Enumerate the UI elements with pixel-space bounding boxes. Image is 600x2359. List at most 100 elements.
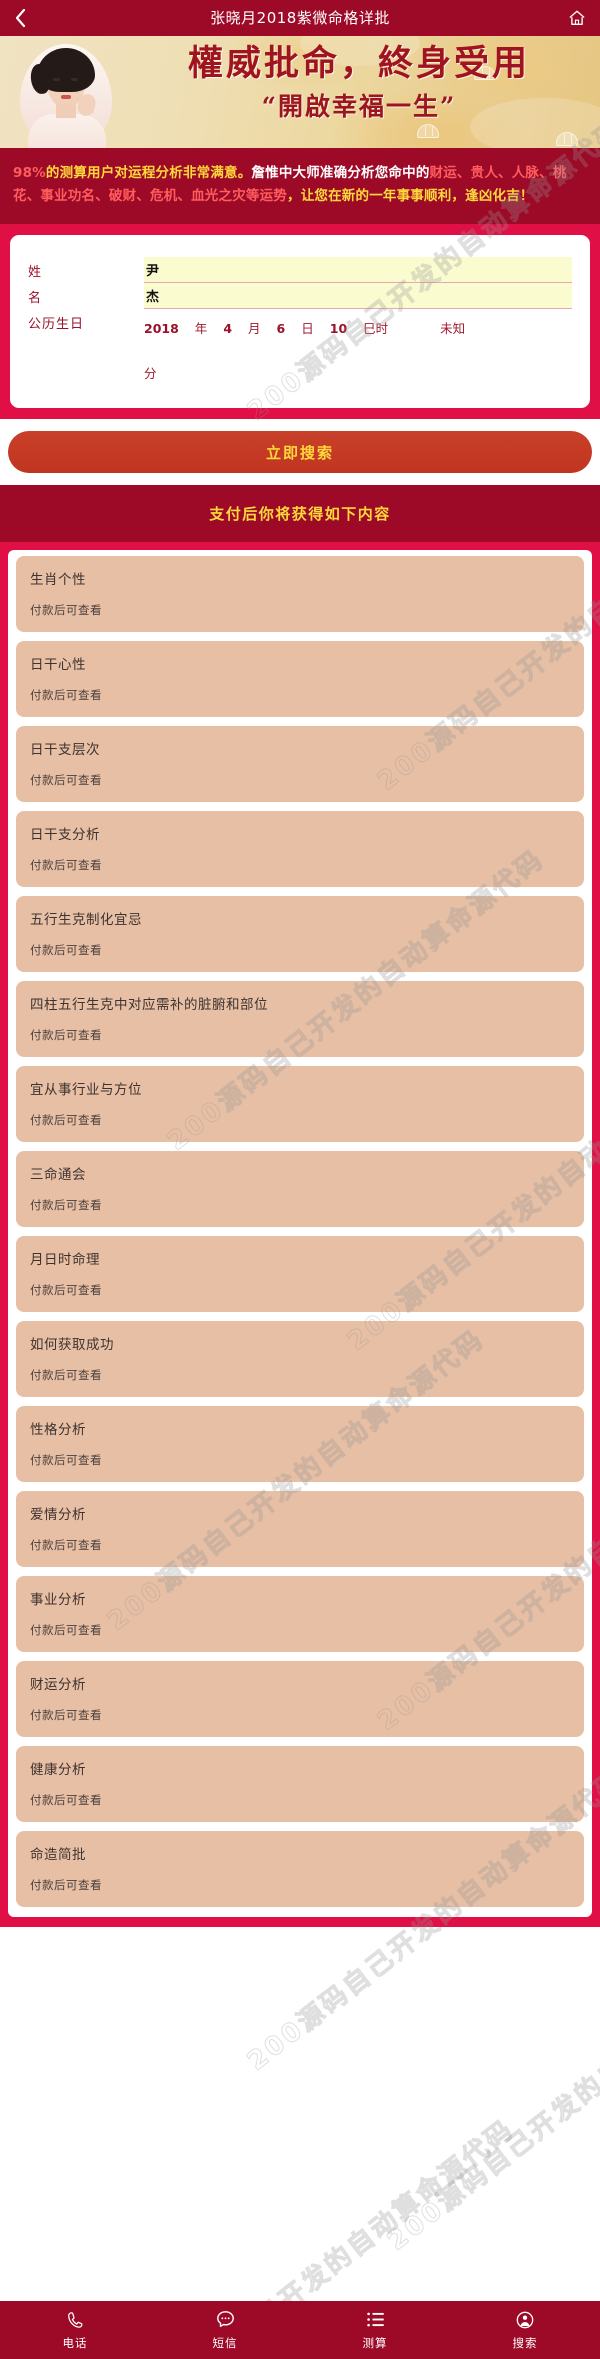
card-title: 月日时命理 (30, 1252, 100, 1269)
locked-content-card[interactable]: 宜从事行业与方位 付款后可查看 (16, 1066, 584, 1143)
card-locked-status: 付款后可查看 (30, 1368, 102, 1383)
nav-item-label: 测算 (362, 2335, 388, 2350)
locked-content-card[interactable]: 日干支层次 付款后可查看 (16, 726, 584, 803)
given-name-label: 名 (28, 291, 43, 307)
card-title: 事业分析 (30, 1592, 86, 1609)
nav-item-短信[interactable]: 短信 (150, 2310, 300, 2351)
chat-bubble-icon (215, 2310, 236, 2330)
birth-form-section: 姓 名 公历生日 2018 年 4 月 (0, 224, 600, 420)
promo-master: 詹惟中大师准确分析您命中的 (251, 165, 430, 181)
locked-content-card[interactable]: 生肖个性付款后可查看 (16, 556, 584, 633)
given-name-input[interactable] (144, 283, 572, 310)
locked-content-card[interactable]: 爱情分析付款后可查看 (16, 1491, 584, 1568)
hero-subheadline: “開啟幸福一生” (261, 92, 457, 122)
surname-label: 姓 (28, 265, 43, 281)
card-title: 性格分析 (30, 1422, 86, 1439)
birth-year-unit: 年 (194, 321, 208, 337)
birth-month-unit: 月 (248, 321, 261, 337)
nav-item-测算[interactable]: 测算 (300, 2310, 450, 2351)
surname-row: 姓 (28, 257, 572, 284)
search-now-button[interactable]: 立即搜索 (8, 431, 592, 474)
card-locked-status: 付款后可查看 (30, 943, 102, 958)
card-locked-status: 付款后可查看 (30, 1198, 102, 1213)
card-title: 如何获取成功 (30, 1337, 114, 1354)
birth-day-value[interactable]: 6 (277, 321, 286, 336)
master-portrait-avatar (14, 42, 120, 148)
card-title: 五行生克制化宜忌 (30, 912, 142, 929)
nav-item-label: 电话 (62, 2335, 88, 2350)
promo-percent: 98% (13, 165, 46, 181)
locked-content-card[interactable]: 如何获取成功 付款后可查看 (16, 1321, 584, 1398)
nav-item-label: 搜索 (512, 2335, 538, 2350)
phone-icon (65, 2310, 85, 2330)
card-title: 爱情分析 (30, 1507, 86, 1524)
hero-headline: 權威批命，終身受用 (187, 43, 530, 84)
surname-input[interactable] (144, 257, 572, 284)
locked-content-card[interactable]: 财运分析付款后可查看 (16, 1661, 584, 1738)
birthday-picker[interactable]: 2018 年 4 月 6 日 10 巳时 未知 (144, 309, 572, 337)
card-locked-status: 付款后可查看 (30, 1793, 102, 1808)
locked-content-card[interactable]: 性格分析付款后可查看 (16, 1406, 584, 1483)
fan-decoration (417, 124, 439, 138)
birth-month-value[interactable]: 4 (223, 321, 232, 336)
locked-content-card[interactable]: 三命通会付款后可查看 (16, 1151, 584, 1228)
card-locked-status: 付款后可查看 (30, 1708, 102, 1723)
locked-content-card[interactable]: 四柱五行生克中对应需补的脏腑和部位 付款后可查看 (16, 981, 584, 1058)
birth-time-unknown-option[interactable]: 未知 (440, 318, 465, 337)
promo-part2: ，让您在新的一年事事顺利，逢凶化吉！ (287, 188, 534, 205)
locked-content-card[interactable]: 健康分析付款后可查看 (16, 1746, 584, 1823)
hero-text-block: 權威批命，終身受用 “開啟幸福一生” (124, 44, 594, 123)
birth-day-unit: 日 (301, 321, 314, 337)
nav-item-搜索[interactable]: 搜索 (450, 2310, 600, 2351)
card-locked-status: 付款后可查看 (30, 1113, 102, 1128)
card-locked-status: 付款后可查看 (30, 603, 102, 618)
card-title: 宜从事行业与方位 (30, 1082, 142, 1099)
locked-content-card[interactable]: 日干心性付款后可查看 (16, 641, 584, 718)
card-locked-status: 付款后可查看 (30, 858, 102, 873)
locked-content-card[interactable]: 五行生克制化宜忌 付款后可查看 (16, 896, 584, 973)
birth-year-value[interactable]: 2018 (144, 321, 179, 336)
card-title: 命造简批 (30, 1847, 86, 1864)
card-locked-status: 付款后可查看 (30, 1538, 102, 1553)
page-root: 张晓月2018紫微命格详批 權威批命，終身受用 “開啟幸福一生” 98%的测算用… (0, 0, 600, 2359)
paid-content-section-header: 支付后你将获得如下内容 (0, 485, 600, 543)
card-title: 日干支分析 (30, 827, 100, 844)
nav-item-label: 短信 (212, 2335, 238, 2350)
card-locked-status: 付款后可查看 (30, 1028, 102, 1043)
promo-description: 98%的测算用户对运程分析非常满意。詹惟中大师准确分析您命中的财运、贵人、人脉、… (0, 148, 600, 225)
card-title: 财运分析 (30, 1677, 86, 1694)
card-locked-status: 付款后可查看 (30, 1878, 102, 1893)
card-locked-status: 付款后可查看 (30, 1283, 102, 1298)
locked-content-card[interactable]: 日干支分析付款后可查看 (16, 811, 584, 888)
birth-minute-unit: 分 (144, 366, 157, 382)
person-icon (515, 2310, 535, 2330)
locked-content-list: 生肖个性 付款后可查看 日干心性 付款后可查看 日干支层次 付款后可查看 日干支分析 付款后可… (8, 550, 592, 1918)
bottom-navigation-bar: 电话 短信 测算 搜索 (0, 2301, 600, 2359)
page-title: 张晓月2018紫微命格详批 (210, 9, 390, 27)
birth-hour-unit: 巳时 (363, 321, 389, 337)
given-name-row: 名 (28, 283, 572, 310)
locked-content-card[interactable]: 月日时命理付款后可查看 (16, 1236, 584, 1313)
birth-hour-value[interactable]: 10 (330, 321, 347, 336)
card-locked-status: 付款后可查看 (30, 773, 102, 788)
locked-content-card[interactable]: 命造简批付款后可查看 (16, 1831, 584, 1908)
birthday-label: 公历生日 (28, 317, 85, 333)
nav-item-电话[interactable]: 电话 (0, 2310, 150, 2351)
card-title: 日干心性 (30, 657, 86, 674)
card-locked-status: 付款后可查看 (30, 1623, 102, 1638)
birth-form-card: 姓 名 公历生日 2018 年 4 月 (10, 235, 590, 409)
card-locked-status: 付款后可查看 (30, 688, 102, 703)
birthday-row: 公历生日 2018 年 4 月 6 日 10 巳时 未知 分 (28, 309, 572, 382)
top-navigation-bar: 张晓月2018紫微命格详批 (0, 0, 600, 36)
card-title: 四柱五行生克中对应需补的脏腑和部位 (30, 997, 268, 1014)
card-title: 三命通会 (30, 1167, 86, 1184)
card-title: 生肖个性 (30, 572, 86, 589)
bottom-spacer (0, 1927, 600, 1988)
chevron-left-icon[interactable] (14, 8, 27, 28)
locked-content-list-section: 生肖个性 付款后可查看 日干心性 付款后可查看 日干支层次 付款后可查看 日干支分析 付款后可… (0, 542, 600, 1928)
locked-content-card[interactable]: 事业分析付款后可查看 (16, 1576, 584, 1653)
hero-banner: 權威批命，終身受用 “開啟幸福一生” (0, 36, 600, 148)
home-icon[interactable] (568, 9, 586, 27)
card-title: 健康分析 (30, 1762, 86, 1779)
card-locked-status: 付款后可查看 (30, 1453, 102, 1468)
